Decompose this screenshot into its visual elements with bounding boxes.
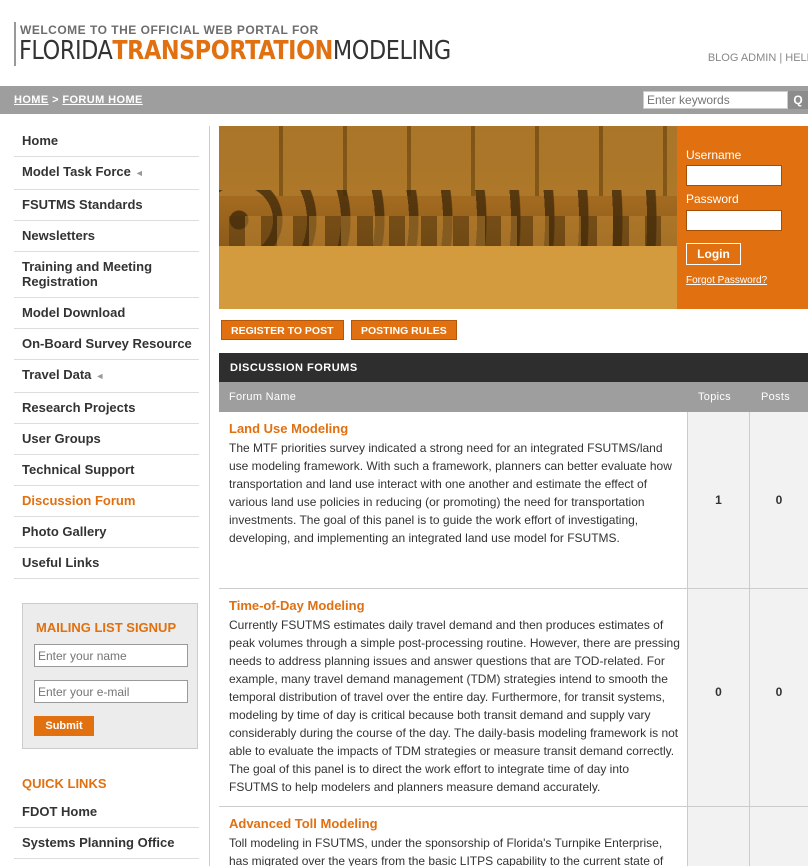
sidebar-item-photo-gallery[interactable]: Photo Gallery (14, 517, 199, 548)
forum-description: Currently FSUTMS estimates daily travel … (229, 618, 680, 794)
banner: Username Password Login Forgot Password? (219, 126, 808, 309)
posting-rules-button[interactable]: POSTING RULES (351, 320, 457, 340)
sidebar-item-training-and-meeting-registration[interactable]: Training and Meeting Registration (14, 252, 199, 298)
column-posts: Posts (761, 391, 791, 403)
breadcrumb-separator: > (48, 94, 63, 106)
column-topics: Topics (698, 391, 731, 403)
sidebar-item-label: Training and Meeting Registration (22, 259, 153, 289)
email-field[interactable] (34, 680, 188, 703)
site-logo[interactable]: FLORIDATRANSPORTATIONMODELING (19, 36, 451, 66)
sidebar-item-label: Useful Links (22, 555, 100, 570)
login-button[interactable]: Login (686, 243, 741, 265)
sidebar-item-on-board-survey-resource[interactable]: On-Board Survey Resource (14, 329, 199, 360)
chevron-left-icon: ◄ (134, 168, 144, 178)
breadcrumb: HOME > FORUM HOME (14, 94, 143, 106)
forum-link-land-use[interactable]: Land Use Modeling (229, 421, 681, 436)
sidebar-item-label: Photo Gallery (22, 524, 107, 539)
search-input[interactable] (643, 91, 788, 109)
name-field[interactable] (34, 644, 188, 667)
logo-transportation: TRANSPORTATION (112, 36, 333, 66)
table-row: Land Use Modeling The MTF priorities sur… (219, 412, 808, 589)
sidebar-nav: Home Model Task Force ◄ FSUTMS Standards New… (14, 126, 199, 579)
forum-column-header: Forum Name Topics Posts (219, 382, 808, 412)
table-row: Advanced Toll Modeling Toll modeling in … (219, 807, 808, 866)
login-panel: Username Password Login Forgot Password? (677, 126, 808, 309)
sidebar-item-user-groups[interactable]: User Groups (14, 424, 199, 455)
forum-link-advanced-toll[interactable]: Advanced Toll Modeling (229, 816, 681, 831)
quick-link-fdot-home[interactable]: FDOT Home (14, 797, 199, 828)
sidebar-item-label: Technical Support (22, 462, 135, 477)
sidebar-item-label: User Groups (22, 431, 101, 446)
username-field[interactable] (686, 165, 782, 186)
meeting-photo (219, 126, 677, 309)
sidebar-item-discussion-forum[interactable]: Discussion Forum (14, 486, 199, 517)
sidebar-item-label: Research Projects (22, 400, 136, 415)
register-to-post-button[interactable]: REGISTER TO POST (221, 320, 344, 340)
submit-button[interactable]: Submit (34, 716, 94, 736)
topic-count: 1 (715, 493, 722, 507)
logo-modeling: MODELING (332, 36, 451, 66)
mailing-list-box: MAILING LIST SIGNUP Submit (22, 603, 198, 749)
forum-title: DISCUSSION FORUMS (230, 362, 358, 374)
sidebar-item-travel-data[interactable]: Travel Data ◄ (14, 360, 199, 393)
sidebar-item-label: Newsletters (22, 228, 95, 243)
top-links-text[interactable]: BLOG ADMIN | HELP (708, 52, 808, 64)
sidebar-item-label: FSUTMS Standards (22, 197, 143, 212)
username-label: Username (686, 148, 742, 162)
post-count: 0 (775, 685, 783, 699)
quick-link-systems-planning[interactable]: Systems Planning Office (14, 828, 199, 859)
sidebar-item-label: Model Download (22, 305, 126, 320)
chevron-left-icon: ◄ (95, 371, 105, 381)
column-divider (209, 126, 210, 866)
forum-description: Toll modeling in FSUTMS, under the spons… (229, 836, 664, 866)
topic-count: 0 (715, 685, 722, 699)
quick-links-title: QUICK LINKS (22, 776, 107, 791)
search-icon[interactable]: Q (788, 91, 808, 109)
forum-link-time-of-day[interactable]: Time-of-Day Modeling (229, 598, 681, 613)
password-label: Password (686, 192, 739, 206)
post-count: 0 (775, 493, 783, 507)
sidebar-item-useful-links[interactable]: Useful Links (14, 548, 199, 579)
password-field[interactable] (686, 210, 782, 231)
sidebar-item-research-projects[interactable]: Research Projects (14, 393, 199, 424)
mailing-list-title: MAILING LIST SIGNUP (36, 620, 177, 635)
sidebar-item-technical-support[interactable]: Technical Support (14, 455, 199, 486)
header-divider (14, 22, 16, 66)
breadcrumb-forum-home-link[interactable]: FORUM HOME (62, 94, 142, 106)
breadcrumb-home-link[interactable]: HOME (14, 94, 49, 106)
sidebar-item-label: Model Task Force (22, 164, 131, 179)
table-row: Time-of-Day Modeling Currently FSUTMS es… (219, 589, 808, 807)
forum-description: The MTF priorities survey indicated a st… (229, 441, 672, 545)
sidebar-item-fsutms-standards[interactable]: FSUTMS Standards (14, 190, 199, 221)
column-forum-name: Forum Name (229, 391, 297, 403)
logo-florida: FLORIDA (19, 36, 113, 66)
sidebar-item-newsletters[interactable]: Newsletters (14, 221, 199, 252)
quick-links: FDOT Home Systems Planning Office (14, 797, 199, 859)
sidebar-item-label: On-Board Survey Resource (22, 336, 192, 351)
site-header: WELCOME TO THE OFFICIAL WEB PORTAL FOR F… (0, 0, 808, 86)
sidebar-item-label: Discussion Forum (22, 493, 136, 508)
sidebar-item-model-download[interactable]: Model Download (14, 298, 199, 329)
sidebar-item-home[interactable]: Home (14, 126, 199, 157)
top-links[interactable]: BLOG ADMIN | HELP (708, 52, 808, 64)
sidebar-item-model-task-force[interactable]: Model Task Force ◄ (14, 157, 199, 190)
forgot-password-link[interactable]: Forgot Password? (686, 275, 767, 286)
forum-header: DISCUSSION FORUMS (219, 353, 808, 382)
sidebar-item-label: Home (22, 133, 59, 148)
welcome-text: WELCOME TO THE OFFICIAL WEB PORTAL FOR (20, 23, 319, 37)
sidebar-item-label: Travel Data (22, 367, 92, 382)
